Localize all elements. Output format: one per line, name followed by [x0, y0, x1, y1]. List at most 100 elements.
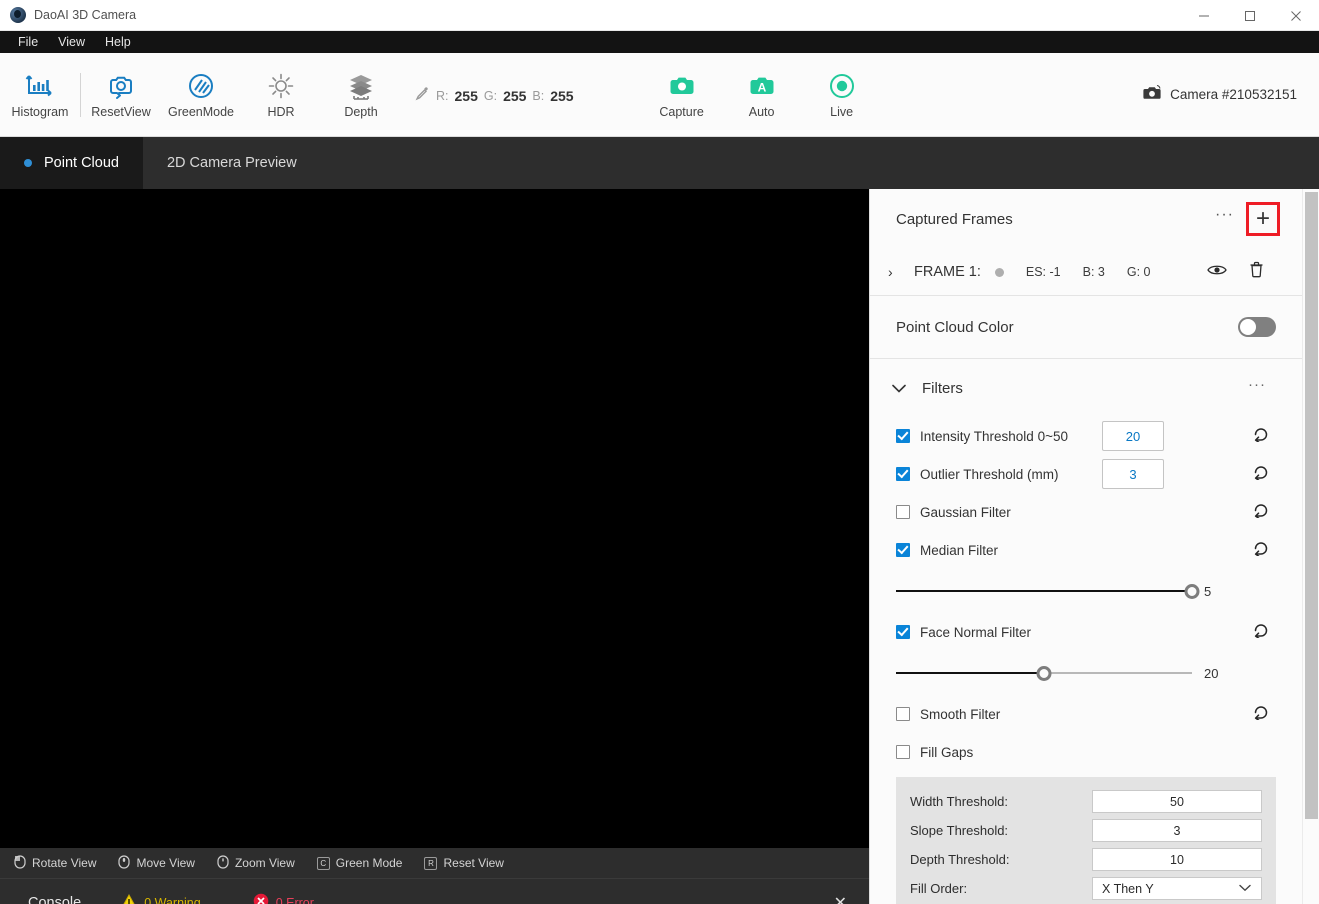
point-cloud-viewport[interactable] — [0, 189, 869, 848]
reset-icon-face-normal-filter[interactable] — [1251, 621, 1270, 643]
console-close-icon[interactable]: ✕ — [834, 893, 847, 904]
panel-scrollbar-thumb[interactable] — [1305, 192, 1318, 819]
checkbox-gaussian-filter[interactable] — [896, 505, 910, 519]
toolbar-button-depth[interactable]: Depth — [321, 53, 401, 137]
frame-status-dot-icon — [995, 268, 1004, 277]
filter-label-fill-gaps: Fill Gaps — [920, 745, 973, 760]
toolbar-button-greenmode[interactable]: GreenMode — [161, 53, 241, 137]
chevron-down-icon[interactable] — [892, 380, 906, 396]
error-counter: 0 Error — [253, 893, 314, 904]
checkbox-smooth-filter[interactable] — [896, 707, 910, 721]
tab-label-2d-camera-preview: 2D Camera Preview — [167, 155, 297, 171]
toolbar-button-resetview[interactable]: ResetView — [81, 53, 161, 137]
menu-item-file[interactable]: File — [8, 32, 48, 52]
main-area: Rotate View Move View Zoom View C Green … — [0, 189, 1319, 904]
slider-fill — [896, 590, 1192, 593]
hint-green-mode: C Green Mode — [317, 856, 403, 870]
chevron-right-icon[interactable]: › — [888, 264, 914, 280]
toolbar-button-capture[interactable]: Capture — [642, 53, 722, 137]
filter-row-fill-gaps[interactable]: Fill Gaps — [870, 733, 1302, 771]
frame-g-value: G: 0 — [1127, 265, 1151, 279]
camera-id-display: Camera #210532151 — [1143, 84, 1297, 104]
slider-value-median-filter: 5 — [1204, 584, 1211, 599]
menu-item-help[interactable]: Help — [95, 32, 141, 52]
rgb-readout: R: 255 G: 255 B: 255 — [413, 85, 574, 107]
menu-item-view[interactable]: View — [48, 32, 95, 52]
warning-counter: 0 Warning — [121, 894, 201, 904]
toolbar-button-hdr[interactable]: HDR — [241, 53, 321, 137]
filter-row-intensity-threshold[interactable]: Intensity Threshold 0~50 20 — [870, 417, 1302, 455]
select-fill-order[interactable]: X Then Y — [1092, 877, 1262, 900]
right-panel-content: Captured Frames ··· + › FRAME 1: ES: -1 … — [870, 189, 1302, 904]
toolbar-label-resetview: ResetView — [91, 105, 151, 119]
hint-rotate-view: Rotate View — [14, 855, 96, 872]
frame-es-value: ES: -1 — [1026, 265, 1061, 279]
toolbar-label-auto: Auto — [749, 105, 775, 119]
green-mode-icon — [185, 71, 217, 101]
key-c-icon: C — [317, 857, 330, 870]
toolbar-button-live[interactable]: Live — [802, 53, 882, 137]
slider-row-median-filter: 5 — [870, 569, 1302, 613]
slider-thumb[interactable] — [1185, 584, 1200, 599]
toolbar-button-histogram[interactable]: Histogram — [0, 53, 80, 137]
reset-icon-median-filter[interactable] — [1251, 539, 1270, 561]
reset-icon-intensity-threshold[interactable] — [1251, 425, 1270, 447]
window-title: DaoAI 3D Camera — [34, 8, 136, 22]
filter-row-median-filter[interactable]: Median Filter — [870, 531, 1302, 569]
point-cloud-color-label: Point Cloud Color — [896, 319, 1014, 336]
close-icon[interactable] — [1273, 0, 1319, 31]
filter-label-face-normal-filter: Face Normal Filter — [920, 625, 1031, 640]
active-tab-dot-icon — [24, 159, 32, 167]
frame-list-item[interactable]: › FRAME 1: ES: -1 B: 3 G: 0 — [870, 249, 1302, 295]
svg-text:A: A — [757, 81, 766, 95]
tab-2d-camera-preview[interactable]: 2D Camera Preview — [143, 137, 321, 189]
reset-icon-smooth-filter[interactable] — [1251, 703, 1270, 725]
checkbox-fill-gaps[interactable] — [896, 745, 910, 759]
label-fill-order: Fill Order: — [910, 881, 1092, 896]
camera-small-icon — [1143, 84, 1162, 104]
eyedropper-icon — [413, 85, 430, 107]
frames-more-icon[interactable]: ··· — [1211, 206, 1238, 232]
checkbox-face-normal-filter[interactable] — [896, 625, 910, 639]
filter-row-gaussian-filter[interactable]: Gaussian Filter — [870, 493, 1302, 531]
input-outlier-threshold[interactable]: 3 — [1102, 459, 1164, 489]
input-depth-threshold[interactable]: 10 — [1092, 848, 1262, 871]
left-pane: Rotate View Move View Zoom View C Green … — [0, 189, 869, 904]
slider-face-normal-filter[interactable] — [896, 665, 1192, 681]
slider-thumb[interactable] — [1037, 666, 1052, 681]
tab-point-cloud[interactable]: Point Cloud — [0, 137, 143, 189]
toolbar-button-auto[interactable]: A Auto — [722, 53, 802, 137]
maximize-icon[interactable] — [1227, 0, 1273, 31]
reset-icon-gaussian-filter[interactable] — [1251, 501, 1270, 523]
rgb-g-value: 255 — [503, 88, 526, 104]
filter-row-smooth-filter[interactable]: Smooth Filter — [870, 695, 1302, 733]
hint-reset-view: R Reset View — [424, 856, 503, 870]
mouse-left-icon — [14, 855, 26, 872]
select-fill-order-value: X Then Y — [1102, 882, 1154, 896]
filter-row-face-normal-filter[interactable]: Face Normal Filter — [870, 613, 1302, 651]
frame-b-value: B: 3 — [1083, 265, 1105, 279]
point-cloud-color-toggle[interactable] — [1238, 317, 1276, 337]
checkbox-outlier-threshold[interactable] — [896, 467, 910, 481]
input-intensity-threshold[interactable]: 20 — [1102, 421, 1164, 451]
input-slope-threshold[interactable]: 3 — [1092, 819, 1262, 842]
checkbox-intensity-threshold[interactable] — [896, 429, 910, 443]
filter-row-outlier-threshold[interactable]: Outlier Threshold (mm) 3 — [870, 455, 1302, 493]
input-width-threshold[interactable]: 50 — [1092, 790, 1262, 813]
trash-icon[interactable] — [1249, 261, 1264, 283]
eye-icon[interactable] — [1207, 263, 1227, 282]
checkbox-median-filter[interactable] — [896, 543, 910, 557]
filters-more-icon[interactable]: ··· — [1248, 376, 1266, 401]
add-frame-button[interactable]: + — [1246, 202, 1280, 236]
histogram-icon — [24, 71, 56, 101]
panel-scrollbar[interactable] — [1302, 189, 1319, 904]
minimize-icon[interactable] — [1181, 0, 1227, 31]
slider-median-filter[interactable] — [896, 583, 1192, 599]
menu-bar: File View Help — [0, 31, 1319, 53]
toolbar-label-capture: Capture — [659, 105, 703, 119]
reset-icon-outlier-threshold[interactable] — [1251, 463, 1270, 485]
frame-row-icons — [1207, 261, 1264, 283]
fill-gaps-slope-row: Slope Threshold: 3 — [910, 816, 1262, 845]
window-controls — [1181, 0, 1319, 31]
reset-view-camera-icon — [105, 71, 137, 101]
